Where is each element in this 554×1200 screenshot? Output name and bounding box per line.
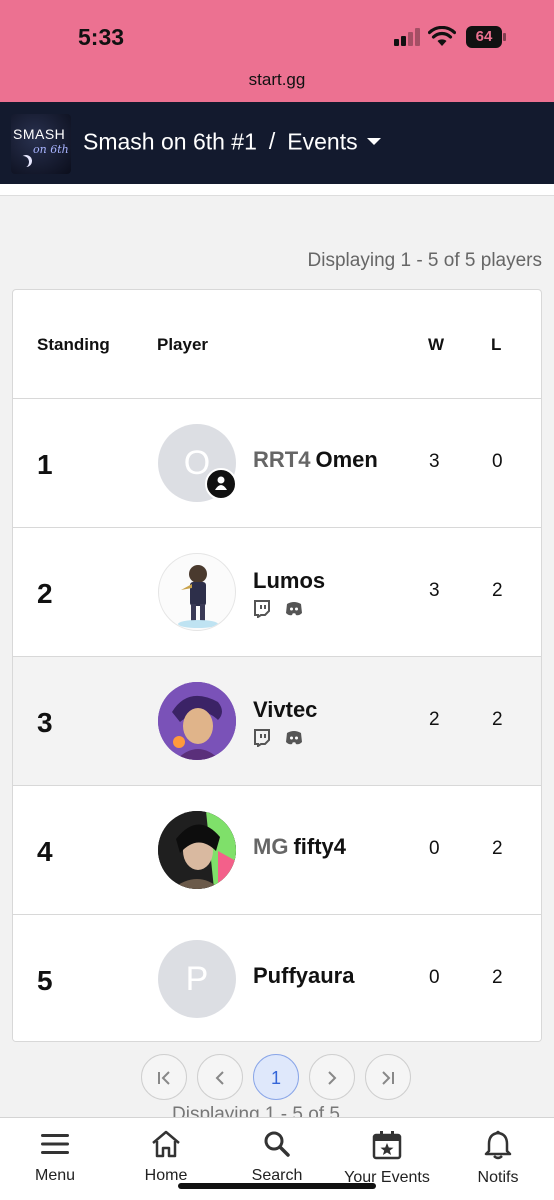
gamer-tag: Puffyaura [253, 963, 355, 988]
verified-badge-icon [205, 468, 237, 500]
table-row[interactable]: 2 Lumos 3 2 [13, 528, 541, 657]
wins-value: 2 [429, 709, 440, 730]
bell-icon [484, 1130, 512, 1160]
nav-search[interactable]: Search [249, 1130, 305, 1185]
logo-text-smash: SMASH [13, 126, 66, 142]
tournament-logo[interactable]: SMASH on 6th [11, 114, 71, 174]
losses-value: 2 [492, 709, 503, 730]
page-1-button[interactable]: 1 [253, 1054, 299, 1100]
pagination: 1 [0, 1054, 554, 1102]
nav-home[interactable]: Home [141, 1130, 191, 1185]
tournament-name[interactable]: Smash on 6th #1 [83, 128, 257, 154]
nav-menu-label: Menu [34, 1167, 76, 1184]
player-name[interactable]: MG fifty4 [253, 834, 346, 860]
standings-table: Standing Player W L 1 O RRT4Omen 3 0 2 [12, 289, 542, 1042]
twitch-icon[interactable] [253, 600, 271, 619]
player-name[interactable]: Puffyaura [253, 963, 354, 989]
discord-icon[interactable] [285, 600, 303, 618]
last-page-button[interactable] [365, 1054, 411, 1100]
hamburger-icon [41, 1134, 69, 1154]
next-page-button[interactable] [309, 1054, 355, 1100]
events-dropdown[interactable]: Events [287, 128, 357, 154]
sponsor-prefix: MG [253, 834, 289, 859]
player-name[interactable]: Lumos [253, 568, 325, 594]
avatar[interactable] [158, 682, 236, 760]
battery-level: 64 [466, 26, 502, 48]
home-indicator[interactable] [178, 1183, 376, 1189]
gamer-tag: Omen [315, 447, 378, 472]
standing-number: 5 [37, 965, 53, 996]
table-row[interactable]: 5 P Puffyaura 0 2 [13, 915, 541, 1041]
display-count: Displaying 1 - 5 of 5 players [307, 250, 542, 271]
breadcrumb-separator: / [268, 128, 276, 155]
chevron-right-icon [328, 1071, 337, 1085]
social-links [253, 600, 313, 623]
header-losses[interactable]: L [491, 335, 501, 355]
avatar[interactable] [158, 811, 236, 889]
gamer-tag: Vivtec [253, 697, 318, 722]
player-name[interactable]: Vivtec [253, 697, 317, 723]
clock: 5:33 [78, 24, 125, 50]
avatar-initial: P [185, 960, 209, 998]
losses-value: 2 [492, 838, 503, 859]
standing-number: 3 [37, 707, 53, 738]
chevron-left-icon [215, 1071, 224, 1085]
battery-icon: 64 [466, 26, 506, 48]
wins-value: 3 [429, 580, 440, 601]
wifi-icon [428, 26, 456, 46]
table-row[interactable]: 3 Vivtec 2 2 [13, 657, 541, 786]
table-header: Standing Player W L [13, 290, 541, 399]
nav-notifs[interactable]: Notifs [474, 1130, 522, 1187]
wins-value: 0 [429, 838, 440, 859]
prev-page-button[interactable] [197, 1054, 243, 1100]
losses-value: 2 [492, 967, 503, 988]
discord-icon[interactable] [285, 729, 303, 747]
status-bar: 5:33 64 start.gg [0, 0, 554, 102]
header-standing[interactable]: Standing [37, 335, 110, 355]
calendar-star-icon [372, 1131, 402, 1160]
avatar[interactable]: P [158, 940, 236, 1018]
sponsor-prefix: RRT4 [253, 447, 311, 472]
nav-menu[interactable]: Menu [32, 1130, 78, 1185]
social-links [253, 729, 313, 752]
nav-notifs-label: Notifs [477, 1169, 519, 1186]
losses-value: 0 [492, 451, 503, 472]
player-name[interactable]: RRT4 Omen [253, 447, 378, 473]
header-player[interactable]: Player [157, 335, 208, 355]
display-count-bottom: Displaying 1 - 5 of 5 [172, 1104, 340, 1118]
nav-your-events[interactable]: Your Events [342, 1130, 432, 1187]
gamer-tag: Lumos [253, 568, 326, 593]
moon-icon [17, 156, 29, 168]
wins-value: 0 [429, 967, 440, 988]
header-breadcrumb: Smash on 6th #1 / Events [83, 127, 381, 155]
table-row[interactable]: 4 MG fifty4 0 2 [13, 786, 541, 915]
gamer-tag: fifty4 [293, 834, 347, 859]
search-icon [264, 1131, 290, 1157]
first-page-icon [158, 1071, 170, 1085]
last-page-icon [382, 1071, 394, 1085]
url-bar[interactable]: start.gg [0, 70, 554, 90]
standing-number: 4 [37, 836, 53, 867]
cellular-signal-icon [394, 28, 422, 46]
logo-text-on6th: on 6th [33, 143, 69, 156]
header-wins[interactable]: W [428, 335, 444, 355]
chevron-down-icon[interactable] [366, 138, 381, 146]
avatar[interactable] [158, 553, 236, 631]
home-icon [152, 1130, 180, 1158]
first-page-button[interactable] [141, 1054, 187, 1100]
standing-number: 1 [37, 449, 53, 480]
losses-value: 2 [492, 580, 503, 601]
wins-value: 3 [429, 451, 440, 472]
standing-number: 2 [37, 578, 53, 609]
content-top-strip [0, 184, 554, 196]
table-row[interactable]: 1 O RRT4 Omen 3 0 [13, 399, 541, 528]
twitch-icon[interactable] [253, 729, 271, 748]
